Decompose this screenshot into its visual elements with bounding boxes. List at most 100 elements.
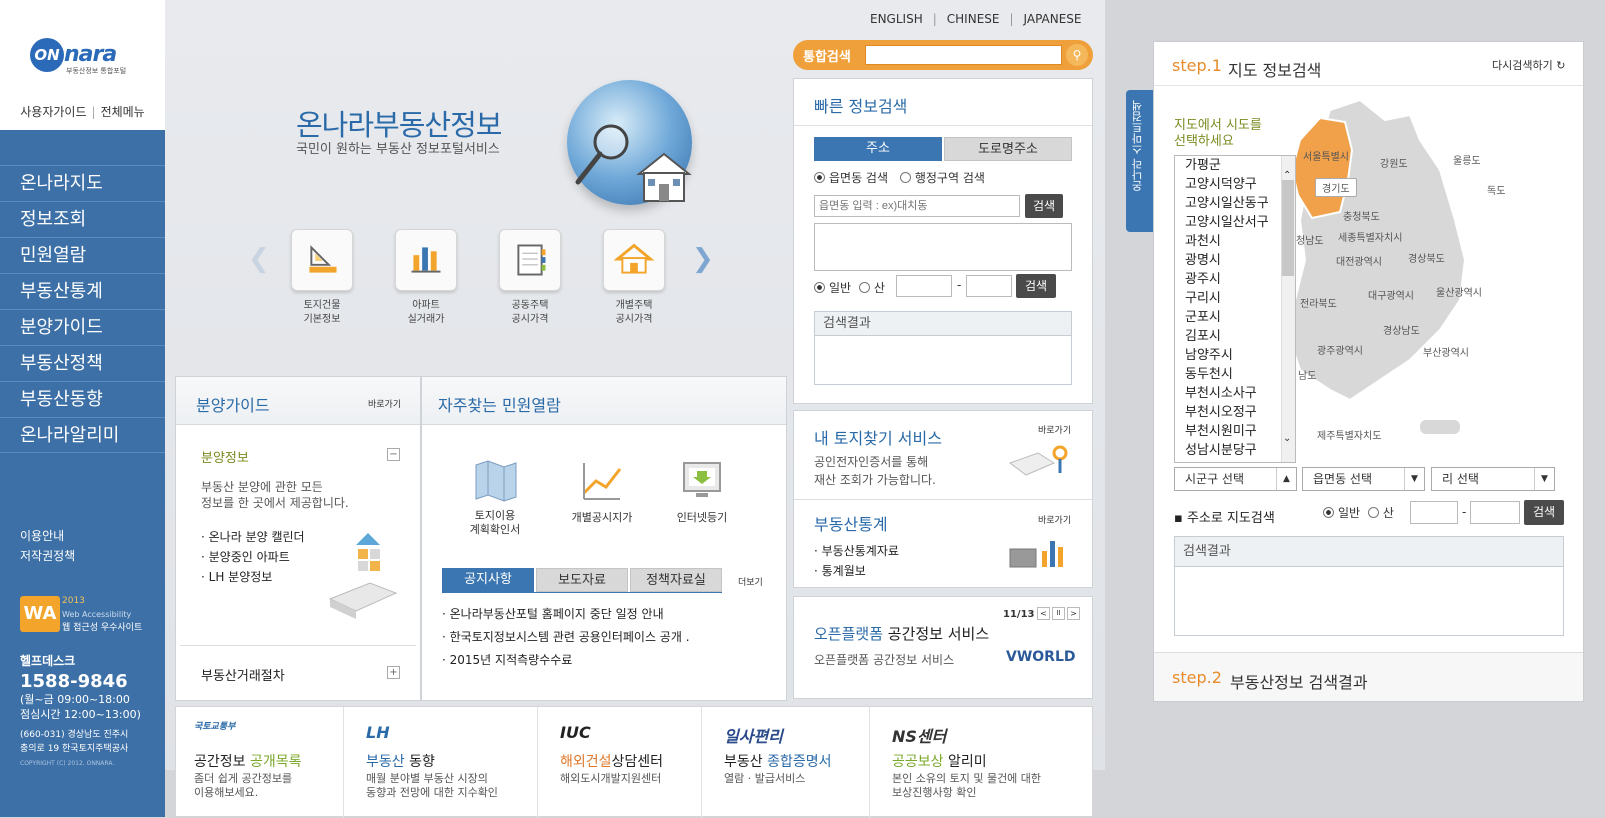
copyright-policy-link[interactable]: 저작권정책 <box>20 546 75 566</box>
map-label-ulleungdo[interactable]: 울릉도 <box>1453 152 1481 167</box>
bottom-link-lh-trends[interactable]: LH 부동산 동향 매월 분야별 부동산 시장의 동향과 전망에 대한 지수확인 <box>344 707 538 818</box>
tab-policy-docs[interactable]: 정책자료실 <box>630 568 722 592</box>
list-item[interactable]: 김포시 <box>1175 327 1295 346</box>
map-label-gangwon[interactable]: 강원도 <box>1380 155 1408 170</box>
map-label-gyeonggi[interactable]: 경기도 <box>1315 178 1357 197</box>
list-item[interactable]: 과천시 <box>1175 232 1295 251</box>
list-item[interactable]: 고양시일산서구 <box>1175 213 1295 232</box>
list-item[interactable]: · 한국토지정보시스템 관련 공용인터페이스 공개 . <box>442 626 690 649</box>
monitor-icon[interactable] <box>680 459 724 503</box>
lang-english[interactable]: ENGLISH <box>870 12 923 26</box>
usage-link[interactable]: 이용안내 <box>20 526 75 546</box>
map-label-seoul[interactable]: 서울특별시 <box>1303 148 1349 163</box>
list-item[interactable]: · 온나라부동산포털 홈페이지 중단 일정 안내 <box>442 603 690 626</box>
apartment-price-button[interactable] <box>499 229 561 291</box>
map-label-chungbuk[interactable]: 충청북도 <box>1343 208 1380 223</box>
sidebar-item-statistics[interactable]: 부동산통계 <box>0 273 165 309</box>
scroll-down-icon[interactable]: ⌄ <box>1283 433 1291 444</box>
list-item[interactable]: 성남시분당구 <box>1175 441 1295 460</box>
list-item[interactable]: · 통계월보 <box>814 561 899 581</box>
list-item[interactable]: 구리시 <box>1175 289 1295 308</box>
sigungu-listbox[interactable]: 가평군 고양시덕양구 고양시일산동구 고양시일산서구 과천시 광명시 광주시 구… <box>1174 155 1296 463</box>
dong-result-list[interactable] <box>814 223 1072 271</box>
dong-input[interactable] <box>814 195 1020 217</box>
map-label-gyeongbuk[interactable]: 경상북도 <box>1408 250 1445 265</box>
open-platform-title[interactable]: 오픈플랫폼 공간정보 서비스 <box>814 623 989 644</box>
scroll-up-icon[interactable]: ⌃ <box>1283 170 1291 181</box>
bottom-link-iuc[interactable]: IUC 해외건설상담센터 해외도시개발지원센터 <box>538 707 702 818</box>
lang-chinese[interactable]: CHINESE <box>947 12 1000 26</box>
ri-select[interactable]: 리 선택 ▼ <box>1431 467 1555 491</box>
lot-search-button[interactable]: 검색 <box>1016 274 1056 298</box>
carousel-prev-icon[interactable]: ❮ <box>248 244 270 274</box>
radio-general[interactable] <box>814 282 825 293</box>
search-input[interactable] <box>865 45 1062 65</box>
list-item[interactable]: · 2015년 지적측량수수료 <box>442 649 690 672</box>
map-label-jeju[interactable]: 제주특별자치도 <box>1317 427 1381 442</box>
my-land-goto-link[interactable]: 바로가기 <box>1038 423 1071 436</box>
map-fold-icon[interactable] <box>474 459 518 503</box>
sidebar-item-policy[interactable]: 부동산정책 <box>0 345 165 381</box>
sidebar-item-civil-view[interactable]: 민원열람 <box>0 237 165 273</box>
map-lot-search-button[interactable]: 검색 <box>1524 500 1564 525</box>
map-label-daegu[interactable]: 대구광역시 <box>1368 287 1414 302</box>
bottom-link-certificate[interactable]: 일사편리 부동산 종합증명서 열람 · 발급서비스 <box>702 707 870 818</box>
map-label-chungnam[interactable]: 청남도 <box>1296 232 1324 247</box>
house-price-button[interactable] <box>603 229 665 291</box>
map-label-gyeongnam[interactable]: 경상남도 <box>1383 322 1420 337</box>
bottom-link-compensation[interactable]: NS센터 공공보상 알리미 본인 소유의 토지 및 물건에 대한 보상진행사항 확… <box>870 707 1092 818</box>
bottom-link-spatial-info[interactable]: 국토교통부 공간정보 공개목록 좀더 쉽게 공간정보를 이용해보세요. <box>176 707 344 818</box>
dong-search-button[interactable]: 검색 <box>1025 194 1063 218</box>
land-building-info-button[interactable] <box>291 229 353 291</box>
all-menu-link[interactable]: 전체메뉴 <box>96 105 150 119</box>
map-label-dokdo[interactable]: 독도 <box>1487 182 1505 197</box>
stats-goto-link[interactable]: 바로가기 <box>1038 513 1071 526</box>
search-icon[interactable]: ⚲ <box>1066 44 1088 66</box>
my-land-title[interactable]: 내 토지찾기 서비스 <box>814 425 942 449</box>
map-label-daejeon[interactable]: 대전광역시 <box>1336 253 1382 268</box>
user-guide-link[interactable]: 사용자가이드 <box>15 105 91 119</box>
sidebar-item-onnara-map[interactable]: 온나라지도 <box>0 165 165 201</box>
map-region-gyeonggi[interactable] <box>1290 116 1354 220</box>
sigungu-select[interactable]: 시군구 선택 ▲ <box>1174 467 1297 491</box>
eupmyeondong-select[interactable]: 읍면동 선택 ▼ <box>1302 467 1425 491</box>
map-jeju[interactable] <box>1420 420 1460 434</box>
radio-general[interactable] <box>1323 507 1334 518</box>
lang-japanese[interactable]: JAPANESE <box>1024 12 1082 26</box>
radio-mountain[interactable] <box>858 282 870 293</box>
list-item[interactable]: · 분양중인 아파트 <box>201 547 305 567</box>
pause-slide-button[interactable]: II <box>1052 607 1065 620</box>
map-label-gwangju[interactable]: 광주광역시 <box>1317 342 1363 357</box>
list-item[interactable]: 가평군 <box>1175 156 1295 175</box>
onnara-logo[interactable]: ON nara 부동산정보 통합포털 <box>30 38 130 78</box>
vworld-logo[interactable]: VWORLD <box>1006 649 1076 665</box>
map-lot-main-input[interactable] <box>1410 501 1458 524</box>
list-item[interactable]: 고양시덕양구 <box>1175 175 1295 194</box>
map-label-jeonbuk[interactable]: 전라북도 <box>1300 295 1337 310</box>
line-chart-icon[interactable] <box>580 459 624 503</box>
tab-road-address[interactable]: 도로명주소 <box>944 137 1072 161</box>
list-item[interactable]: 부천시오정구 <box>1175 403 1295 422</box>
list-item[interactable]: 광명시 <box>1175 251 1295 270</box>
radio-mountain[interactable] <box>1367 507 1379 518</box>
sidebar-item-info-lookup[interactable]: 정보조회 <box>0 201 165 237</box>
next-slide-button[interactable]: > <box>1067 607 1080 620</box>
map-label-ulsan[interactable]: 울산광역시 <box>1436 284 1482 299</box>
sidebar-item-alarm[interactable]: 온나라알리미 <box>0 417 165 453</box>
apt-real-price-button[interactable] <box>395 229 457 291</box>
lot-main-input[interactable] <box>896 275 952 297</box>
sale-guide-goto-link[interactable]: 바로가기 <box>368 397 401 410</box>
sidebar-item-trends[interactable]: 부동산동향 <box>0 381 165 417</box>
map-label-jeonnam[interactable]: 남도 <box>1298 367 1316 382</box>
list-item[interactable]: 부천시소사구 <box>1175 384 1295 403</box>
list-item[interactable]: 군포시 <box>1175 308 1295 327</box>
list-item[interactable]: · 온나라 분양 캘린더 <box>201 527 305 547</box>
tab-address[interactable]: 주소 <box>814 137 942 161</box>
list-item[interactable]: 고양시일산동구 <box>1175 194 1295 213</box>
carousel-next-icon[interactable]: ❯ <box>692 244 714 274</box>
reset-search-link[interactable]: 다시검색하기 ↻ <box>1492 57 1565 73</box>
expand-icon[interactable]: + <box>387 666 400 679</box>
notice-more-link[interactable]: 더보기 <box>738 575 763 588</box>
list-item[interactable]: 남양주시 <box>1175 346 1295 365</box>
stats-title[interactable]: 부동산통계 <box>814 511 888 535</box>
